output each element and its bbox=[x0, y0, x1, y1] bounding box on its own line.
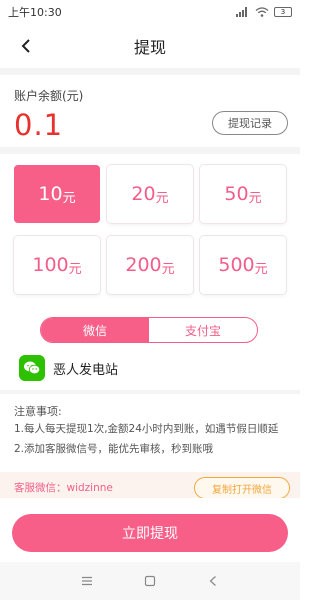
section-divider bbox=[0, 390, 300, 394]
balance-label: 账户余额(元) bbox=[14, 89, 84, 103]
amount-grid: 10 元 20 元 50 元 100 元 200 元 500 元 bbox=[14, 165, 286, 294]
amount-value: 10 bbox=[38, 183, 63, 205]
withdraw-history-button[interactable]: 提现记录 bbox=[212, 111, 288, 135]
amount-value: 200 bbox=[125, 254, 162, 276]
home-nav-button[interactable] bbox=[138, 569, 162, 593]
amount-option-100[interactable]: 100 元 bbox=[14, 236, 100, 294]
amount-unit: 元 bbox=[254, 261, 268, 277]
payment-method-tabs: 微信 支付宝 bbox=[40, 317, 258, 343]
signal-icon bbox=[236, 7, 250, 17]
amount-option-50[interactable]: 50 元 bbox=[200, 165, 286, 223]
notice-line: 2.添加客服微信号，能优先审核，秒到账哦 bbox=[14, 443, 214, 455]
home-square-icon bbox=[144, 575, 156, 587]
battery-icon: 3 bbox=[274, 7, 292, 17]
balance-value: 0.1 bbox=[14, 108, 64, 142]
status-icons: 3 bbox=[236, 7, 292, 17]
amount-unit: 元 bbox=[155, 190, 169, 206]
wifi-icon bbox=[255, 7, 269, 17]
amount-option-200[interactable]: 200 元 bbox=[107, 236, 193, 294]
status-time: 上午10:30 bbox=[8, 6, 62, 19]
service-wechat-id: 客服微信：widzinne bbox=[14, 482, 113, 494]
amount-unit: 元 bbox=[68, 261, 82, 277]
menu-icon bbox=[81, 576, 92, 586]
back-triangle-icon bbox=[209, 576, 217, 586]
amount-value: 500 bbox=[218, 254, 255, 276]
notice-title: 注意事项: bbox=[14, 405, 62, 418]
section-divider bbox=[0, 68, 300, 75]
amount-option-10[interactable]: 10 元 bbox=[14, 165, 100, 223]
nav-bar: 提现 bbox=[0, 24, 300, 68]
amount-option-500[interactable]: 500 元 bbox=[200, 236, 286, 294]
system-nav-bar bbox=[0, 562, 300, 600]
amount-value: 50 bbox=[224, 183, 249, 205]
amount-unit: 元 bbox=[248, 190, 262, 206]
wechat-icon bbox=[19, 355, 45, 381]
copy-open-wechat-button[interactable]: 复制打开微信 bbox=[194, 477, 290, 498]
wechat-account-row: 恶人发电站 bbox=[19, 355, 118, 381]
withdraw-now-button[interactable]: 立即提现 bbox=[12, 514, 288, 552]
amount-value: 20 bbox=[131, 183, 156, 205]
back-arrow-icon bbox=[21, 39, 30, 53]
account-name: 恶人发电站 bbox=[53, 362, 119, 378]
notice-line: 1.每人每天提现1次,金额24小时内到账，如遇节假日顺延 bbox=[14, 423, 279, 435]
tab-wechat[interactable]: 微信 bbox=[41, 318, 149, 342]
amount-option-20[interactable]: 20 元 bbox=[107, 165, 193, 223]
amount-unit: 元 bbox=[161, 261, 175, 277]
amount-value: 100 bbox=[32, 254, 69, 276]
tab-alipay[interactable]: 支付宝 bbox=[149, 318, 257, 342]
customer-service-bar: 客服微信：widzinne 复制打开微信 bbox=[0, 472, 300, 498]
status-bar: 上午10:30 3 bbox=[0, 0, 300, 24]
amount-unit: 元 bbox=[62, 190, 76, 206]
back-nav-button[interactable] bbox=[201, 569, 225, 593]
menu-nav-button[interactable] bbox=[75, 569, 99, 593]
section-divider bbox=[0, 147, 300, 154]
back-button[interactable] bbox=[12, 32, 40, 60]
page-title: 提现 bbox=[133, 38, 166, 57]
